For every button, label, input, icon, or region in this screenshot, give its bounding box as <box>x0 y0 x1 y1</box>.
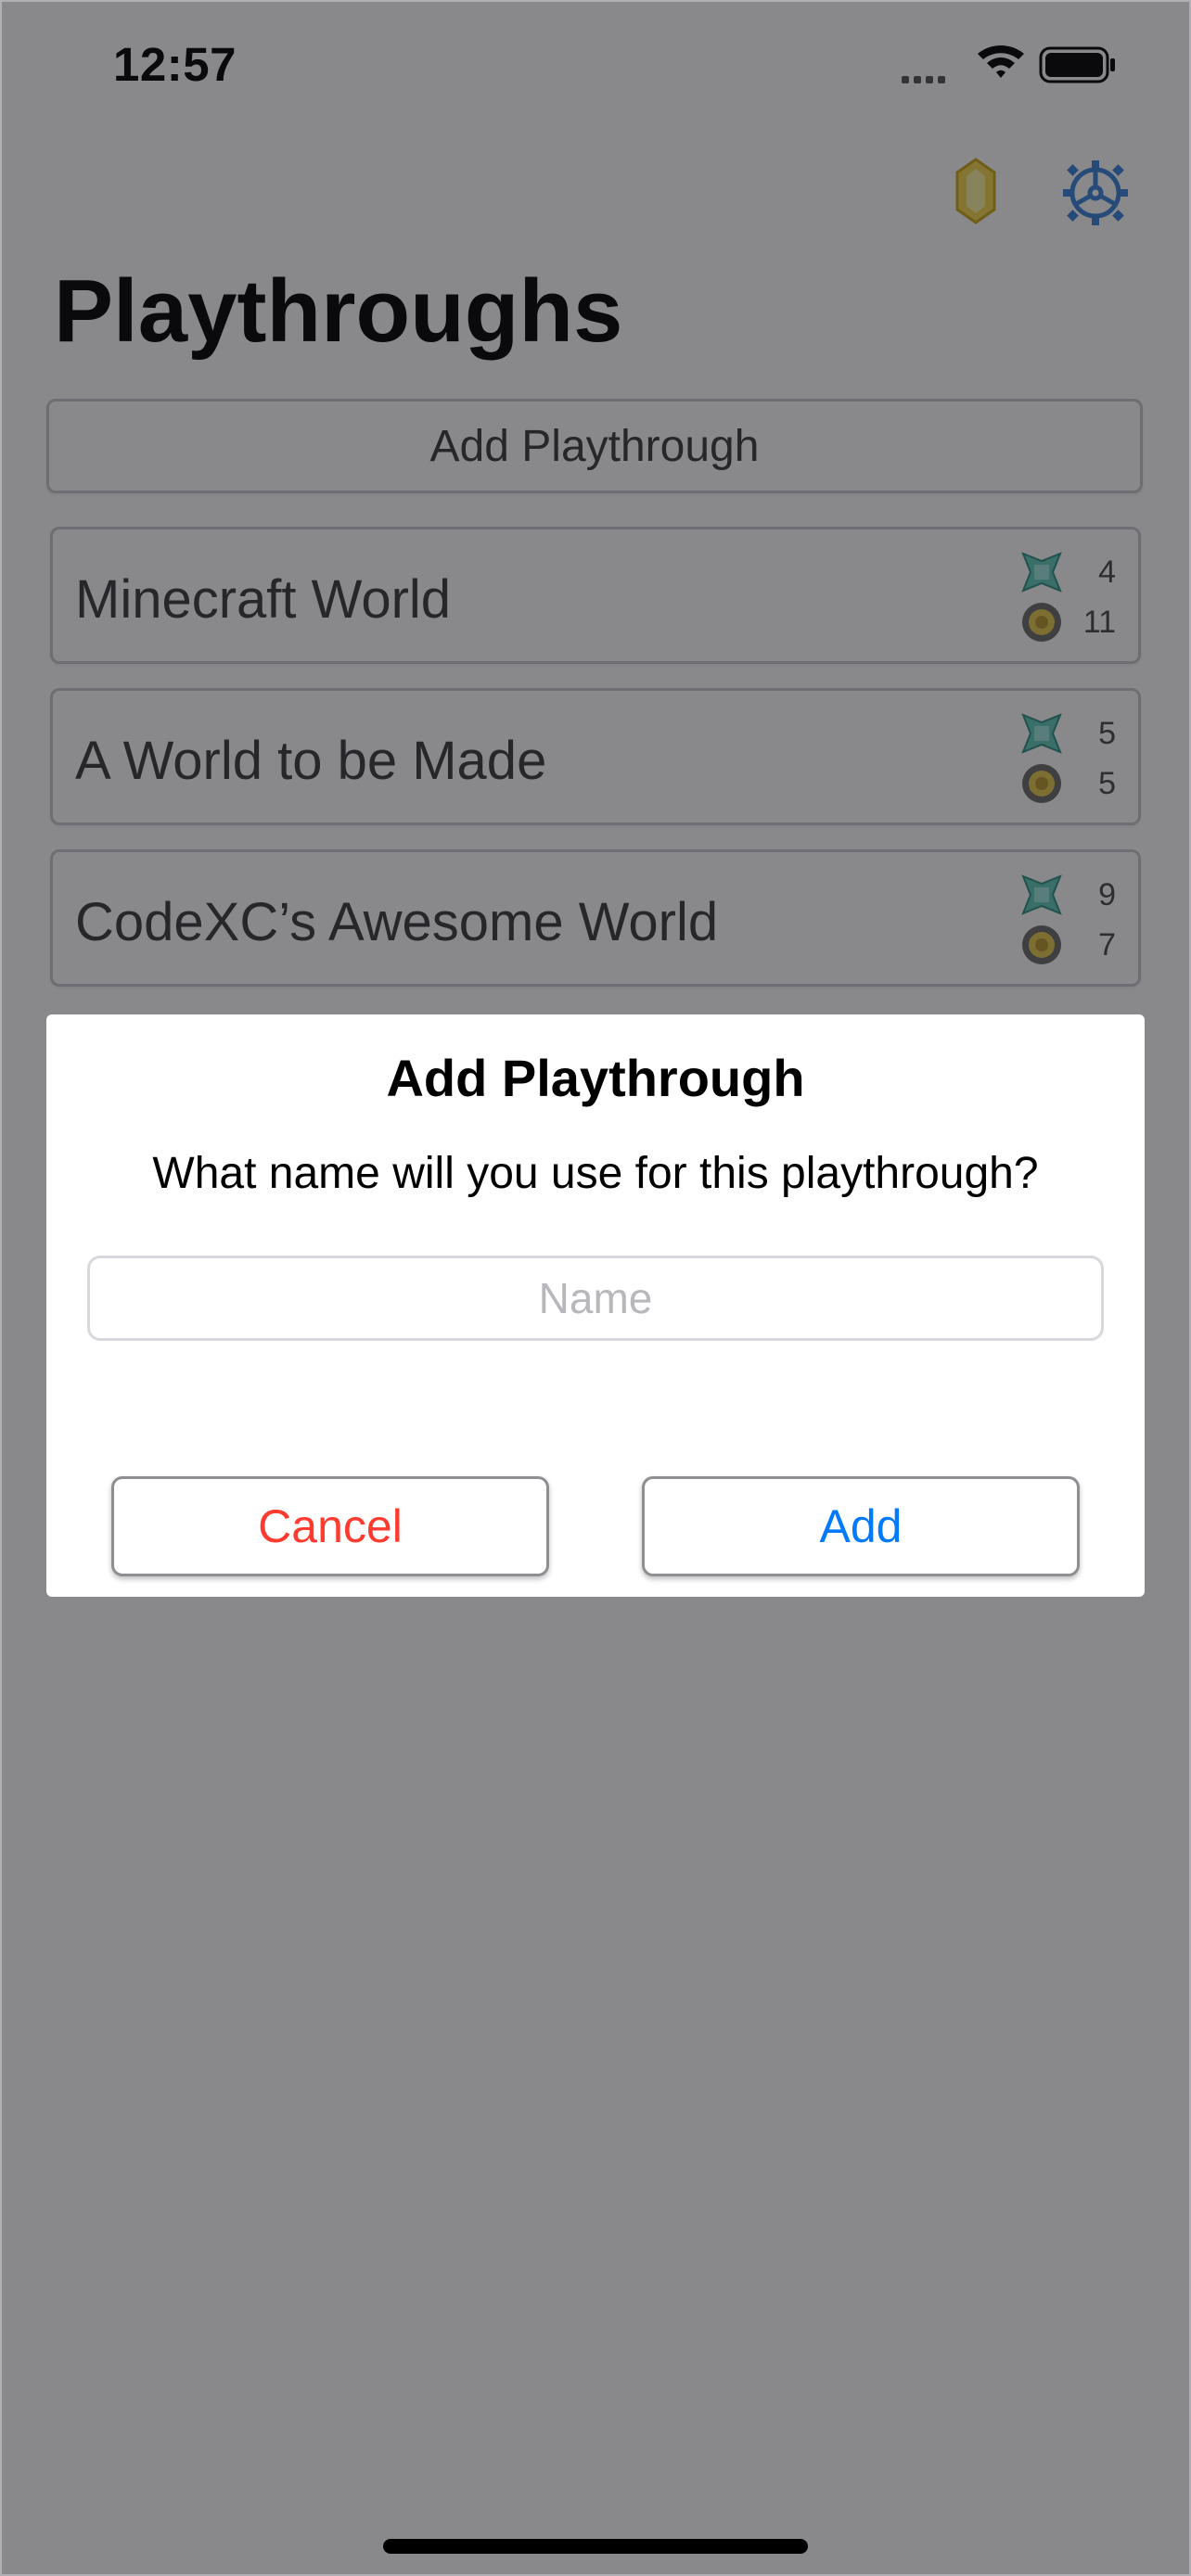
dialog-title: Add Playthrough <box>386 1049 805 1107</box>
screen: 12:57 <box>0 0 1191 2576</box>
cancel-button[interactable]: Cancel <box>111 1476 549 1576</box>
add-playthrough-dialog: Add Playthrough What name will you use f… <box>46 1014 1145 1597</box>
name-input[interactable] <box>87 1256 1104 1341</box>
home-indicator[interactable] <box>383 2539 808 2554</box>
dialog-message: What name will you use for this playthro… <box>152 1149 1039 1198</box>
add-button[interactable]: Add <box>642 1476 1080 1576</box>
